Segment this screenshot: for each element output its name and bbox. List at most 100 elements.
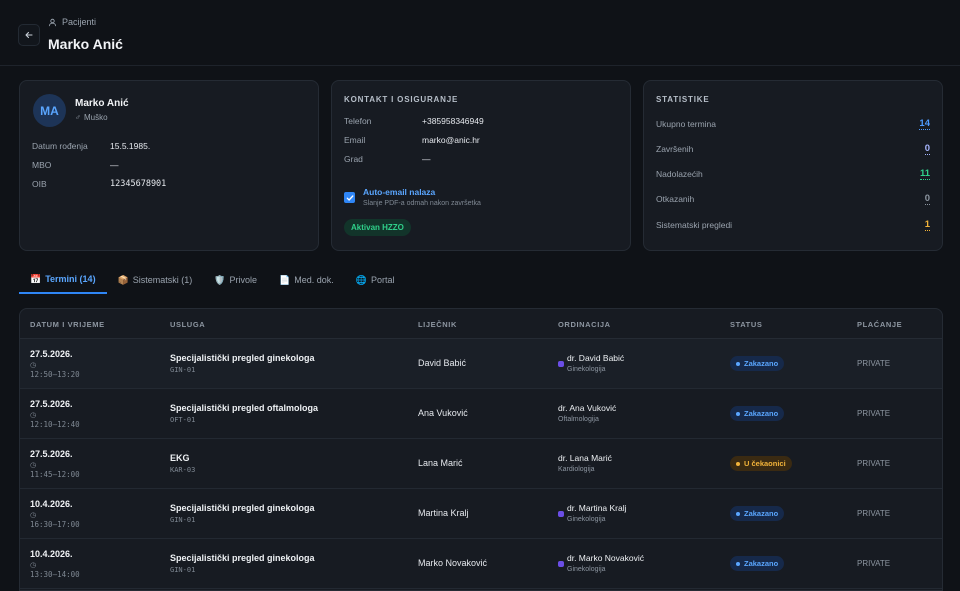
service-code: GIN-01 [170, 366, 196, 374]
office-specialty: Ginekologija [567, 516, 606, 523]
table-row[interactable]: 10.4.2026. ◷ 13:30–14:00 Specijalistički pr… [20, 539, 942, 589]
stat-label: Nadolazećih [656, 169, 703, 179]
office-specialty: Ginekologija [567, 566, 606, 573]
dob-value: 15.5.1985. [110, 141, 151, 151]
office-name: dr. Ana Vuković [558, 403, 617, 413]
stat-upcoming: Nadolazećih 11 [656, 168, 930, 180]
appointment-date: 27.5.2026. [30, 399, 73, 409]
service-code: KAR-03 [170, 466, 196, 474]
service-name: Specijalistički pregled ginekologa [170, 553, 315, 563]
doctor-name: Lana Marić [418, 458, 463, 468]
mbo-value: — [110, 160, 119, 170]
status-dot [736, 411, 740, 416]
th-service[interactable]: USLUGA [170, 320, 205, 329]
doctor-name: Marko Novaković [418, 558, 488, 568]
payment-type: PRIVATE [857, 559, 891, 568]
male-icon: ♂ [75, 113, 81, 122]
stat-completed: Završenih 0 [656, 143, 930, 155]
office-color-dot [558, 511, 564, 517]
stats-card: STATISTIKE Ukupno termina 14 Završenih 0… [643, 80, 943, 251]
status-dot [736, 561, 740, 566]
payment-type: PRIVATE [857, 359, 891, 368]
stat-value: 11 [919, 168, 930, 180]
tab-appointments[interactable]: 📅 Termini (14) [19, 266, 107, 294]
table-row[interactable]: 10.4.2026. ◷ 16:30–17:00 Specijalistički pr… [20, 489, 942, 539]
stat-label: Otkazanih [656, 194, 695, 204]
back-button[interactable] [18, 24, 40, 46]
payment-type: PRIVATE [857, 459, 891, 468]
dob-label: Datum rođenja [32, 141, 88, 151]
th-office[interactable]: ORDINACIJA [558, 320, 611, 329]
office-name: dr. David Babić [567, 353, 625, 363]
office-specialty: Ginekologija [567, 366, 606, 373]
clock-icon: ◷ [30, 462, 37, 469]
stat-value: 0 [924, 193, 930, 205]
arrow-left-icon [25, 31, 33, 39]
table-row[interactable]: 27.5.2026. ◷ 12:10–12:40 Specijalistički pr… [20, 389, 942, 439]
auto-email-description: Slanje PDF-a odmah nakon završetka [363, 200, 481, 207]
tab-portal[interactable]: 🌐 Portal [345, 266, 406, 294]
page-header: Pacijenti Marko Anić [0, 0, 960, 66]
status-badge[interactable]: Zakazano [730, 506, 785, 521]
service-name: EKG [170, 453, 190, 463]
appointment-time: 12:50–13:20 [30, 370, 80, 379]
th-datetime[interactable]: DATUM I VRIJEME [30, 320, 105, 329]
office-name: dr. Lana Marić [558, 453, 612, 463]
th-payment[interactable]: PLAĆANJE [857, 320, 902, 329]
stat-value: 0 [924, 143, 930, 155]
tab-systematic[interactable]: 📦 Sistematski (1) [107, 266, 204, 294]
patient-name: Marko Anić [75, 98, 129, 109]
doctor-name: Martina Kralj [418, 508, 469, 518]
service-code: GIN-01 [170, 516, 196, 524]
contact-card: KONTAKT I OSIGURANJE Telefon +3859583469… [331, 80, 631, 251]
auto-email-label[interactable]: Auto-email nalaza [363, 187, 435, 197]
breadcrumb-label[interactable]: Pacijenti [62, 17, 96, 27]
stat-label: Sistematski pregledi [656, 220, 733, 230]
th-doctor[interactable]: LIJEČNIK [418, 320, 457, 329]
status-dot [736, 361, 740, 366]
appointment-time: 12:10–12:40 [30, 420, 80, 429]
table-row[interactable]: 27.5.2026. ◷ 12:50–13:20 Specijalistički pr… [20, 339, 942, 389]
clock-icon: ◷ [30, 362, 37, 369]
tab-label: Privole [229, 275, 258, 285]
status-badge[interactable]: U čekaonici [730, 456, 792, 471]
city-label: Grad [344, 154, 363, 164]
tab-label: Termini (14) [45, 274, 96, 284]
tab-consents[interactable]: 🛡️ Privole [203, 266, 268, 294]
office-specialty: Oftalmologija [558, 416, 599, 423]
email-label: Email [344, 135, 366, 145]
doctor-name: David Babić [418, 358, 467, 368]
service-name: Specijalistički pregled ginekologa [170, 503, 315, 513]
stat-total: Ukupno termina 14 [656, 118, 930, 130]
shield-icon: 🛡️ [214, 274, 226, 285]
avatar: MA [33, 94, 66, 127]
office-specialty: Kardiologija [558, 466, 595, 473]
page-title: Marko Anić [48, 36, 123, 52]
appointment-time: 16:30–17:00 [30, 520, 80, 529]
th-status[interactable]: STATUS [730, 320, 763, 329]
appointment-date: 10.4.2026. [30, 549, 73, 559]
contact-heading: KONTAKT I OSIGURANJE [344, 95, 459, 104]
office-color-dot [558, 361, 564, 367]
service-code: OFT-01 [170, 416, 196, 424]
appointment-time: 13:30–14:00 [30, 570, 80, 579]
table-row[interactable]: 27.5.2026. ◷ 11:45–12:00 EKG KAR-03 Lana Mari… [20, 439, 942, 489]
tab-med-docs[interactable]: 📄 Med. dok. [268, 266, 345, 294]
status-badge[interactable]: Zakazano [730, 356, 785, 371]
stat-cancelled: Otkazanih 0 [656, 193, 930, 205]
status-label: U čekaonici [744, 459, 786, 468]
globe-icon: 🌐 [355, 274, 367, 285]
clock-icon: ◷ [30, 412, 37, 419]
auto-email-checkbox[interactable] [344, 192, 355, 203]
service-name: Specijalistički pregled oftalmologa [170, 403, 319, 413]
table-header: DATUM I VRIJEME USLUGA LIJEČNIK ORDINACI… [20, 309, 942, 339]
status-label: Zakazano [744, 359, 779, 368]
status-badge[interactable]: Zakazano [730, 556, 785, 571]
tab-label: Sistematski (1) [132, 275, 193, 285]
status-badge[interactable]: Zakazano [730, 406, 785, 421]
patient-gender: ♂ Muško [75, 113, 108, 122]
appointment-date: 27.5.2026. [30, 349, 73, 359]
calendar-icon: 📅 [30, 273, 42, 284]
breadcrumb[interactable]: Pacijenti [48, 17, 96, 27]
service-name: Specijalistički pregled ginekologa [170, 353, 315, 363]
